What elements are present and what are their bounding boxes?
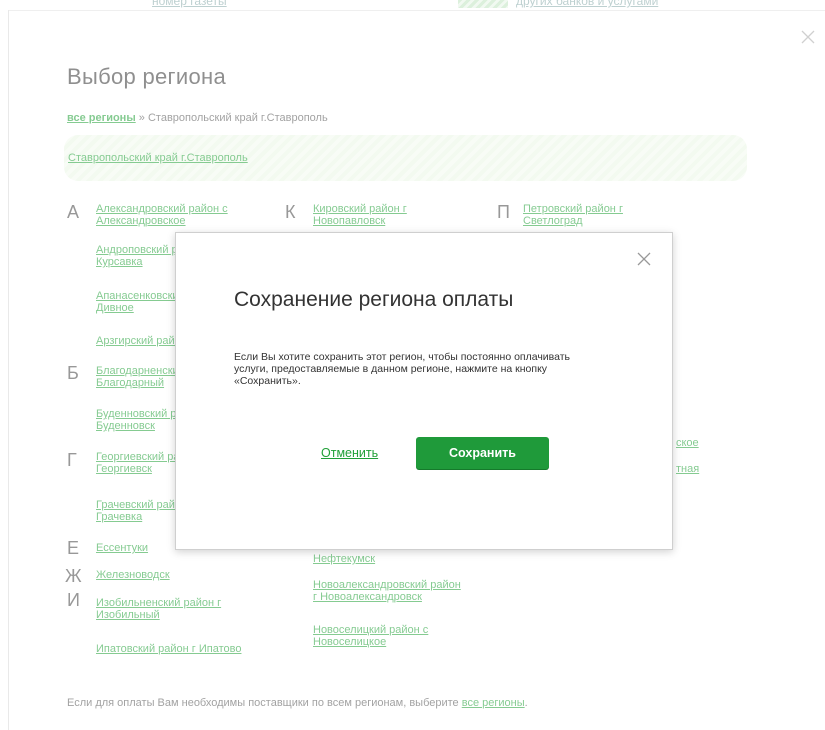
save-region-modal: Сохранение региона оплаты Если Вы хотите… [175,232,673,550]
save-button[interactable]: Сохранить [416,437,549,469]
close-icon[interactable] [634,249,654,269]
cancel-link[interactable]: Отменить [321,446,378,460]
modal-title: Сохранение региона оплаты [234,288,514,311]
modal-body-text: Если Вы хотите сохранить этот регион, чт… [234,351,571,387]
